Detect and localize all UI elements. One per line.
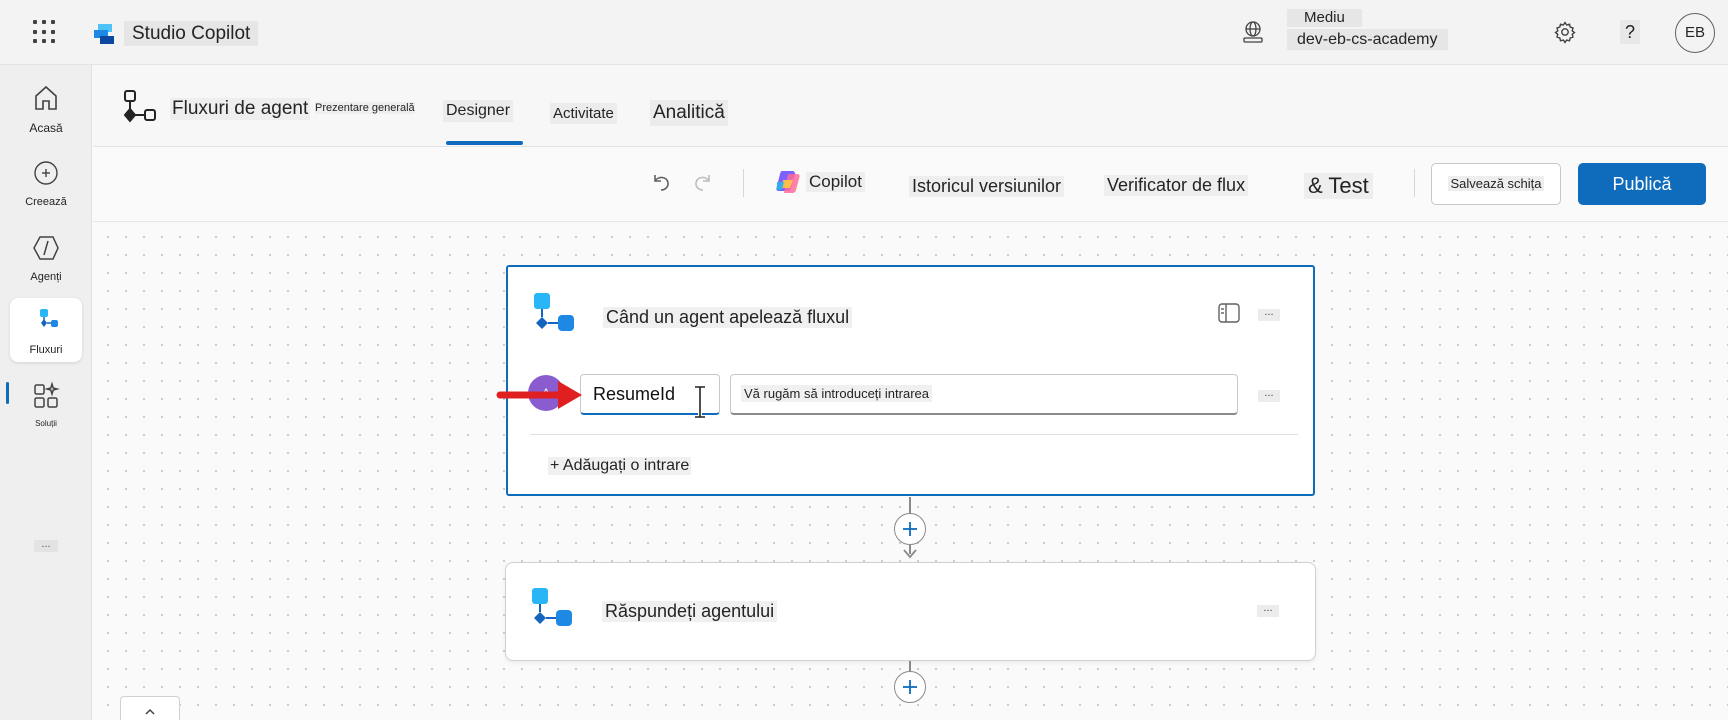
left-navigation: Acasă Creează Agenți Fluxuri Soluții ... — [0, 65, 92, 720]
respond-card-title: Răspundeți agentului — [602, 601, 778, 622]
selected-tab-indicator — [446, 141, 523, 145]
input-value-field[interactable]: Vă rugăm să introduceți intrarea — [730, 374, 1238, 415]
environment-selector[interactable]: dev-eb-cs-academy — [1287, 29, 1448, 50]
nav-item-label: Creează — [25, 196, 67, 208]
nav-item-label: Agenți — [30, 271, 62, 283]
nav-item-agents[interactable]: Agenți — [10, 225, 82, 289]
text-cursor-icon — [695, 385, 705, 419]
trigger-card[interactable]: Când un agent apelează fluxul ... A Resu… — [496, 265, 1315, 496]
nav-selected-indicator — [6, 382, 9, 404]
input-value-placeholder: Vă rugăm să introduceți intrarea — [741, 385, 932, 402]
page-header: Fluxuri de agent Prezentare generală Des… — [93, 65, 1728, 147]
page-title: Fluxuri de agent — [170, 98, 311, 120]
nav-item-flows[interactable]: Fluxuri — [10, 298, 82, 362]
trigger-card-title: Când un agent apelează fluxul — [603, 307, 853, 328]
flows-icon — [40, 309, 58, 327]
settings-gear-icon[interactable] — [1553, 20, 1577, 44]
command-divider — [743, 169, 744, 197]
flow-checker-button[interactable]: Verificator de flux — [1104, 175, 1249, 196]
save-draft-button[interactable]: Salvează schița — [1431, 163, 1561, 205]
test-button[interactable]: & Test — [1304, 173, 1373, 199]
undo-icon[interactable] — [649, 170, 673, 194]
chevron-up-icon — [145, 708, 155, 715]
copilot-studio-logo-icon — [94, 24, 114, 44]
nav-more-button[interactable]: ... — [34, 539, 58, 552]
respond-more-button[interactable]: ... — [1257, 603, 1279, 617]
app-launcher-icon[interactable] — [33, 20, 57, 44]
app-title[interactable]: Studio Copilot — [124, 21, 259, 46]
agent-flow-node-icon — [532, 588, 572, 626]
user-avatar[interactable]: EB — [1675, 13, 1715, 53]
add-step-button[interactable] — [894, 671, 926, 703]
copilot-button[interactable]: Copilot — [806, 172, 865, 192]
top-bar: Studio Copilot Mediu dev-eb-cs-academy ?… — [0, 0, 1728, 65]
home-icon — [35, 85, 57, 110]
save-draft-label: Salvează schița — [1448, 176, 1544, 191]
agent-flow-node-icon — [534, 293, 574, 331]
plus-icon — [903, 680, 917, 694]
add-step-button[interactable] — [894, 513, 926, 545]
apps-sparkle-icon — [34, 381, 60, 408]
command-bar: Copilot Istoricul versiunilor Verificato… — [93, 148, 1728, 222]
nav-item-label: Acasă — [29, 121, 63, 135]
tab-activity[interactable]: Activitate — [550, 103, 617, 124]
nav-item-label: Soluții — [35, 419, 57, 428]
environment-label: Mediu — [1287, 9, 1362, 27]
connector-arrow-icon — [903, 549, 917, 559]
copilot-icon — [776, 171, 800, 193]
annotation-arrow-icon — [496, 381, 582, 409]
overview-link[interactable]: Prezentare generală — [315, 102, 415, 114]
plus-circle-icon — [34, 161, 58, 185]
input-more-button[interactable]: ... — [1258, 388, 1280, 402]
redo-icon[interactable] — [691, 170, 715, 194]
nav-item-label: Fluxuri — [29, 344, 63, 356]
tab-designer[interactable]: Designer — [443, 100, 514, 122]
command-divider — [1414, 169, 1415, 197]
help-button[interactable]: ? — [1620, 20, 1640, 44]
agent-flow-icon — [123, 90, 156, 123]
panel-toggle-icon[interactable] — [1218, 303, 1240, 323]
version-history-button[interactable]: Istoricul versiunilor — [909, 176, 1065, 197]
plus-icon — [903, 522, 917, 536]
tab-analytics[interactable]: Analitică — [650, 100, 728, 126]
trigger-more-button[interactable]: ... — [1258, 307, 1280, 321]
flow-connector — [909, 661, 911, 671]
environment-globe-icon[interactable] — [1241, 20, 1265, 44]
publish-button[interactable]: Publică — [1578, 163, 1706, 205]
nav-item-create[interactable]: Creează — [10, 150, 82, 214]
nav-item-solutions[interactable]: Soluții — [10, 373, 82, 437]
add-input-button[interactable]: + Adăugați o intrare — [548, 457, 692, 475]
canvas-controls[interactable] — [120, 696, 180, 720]
nav-item-home[interactable]: Acasă — [10, 75, 82, 139]
agents-icon — [33, 236, 59, 260]
card-divider — [530, 434, 1298, 435]
respond-card[interactable]: Răspundeți agentului ... — [505, 562, 1316, 661]
